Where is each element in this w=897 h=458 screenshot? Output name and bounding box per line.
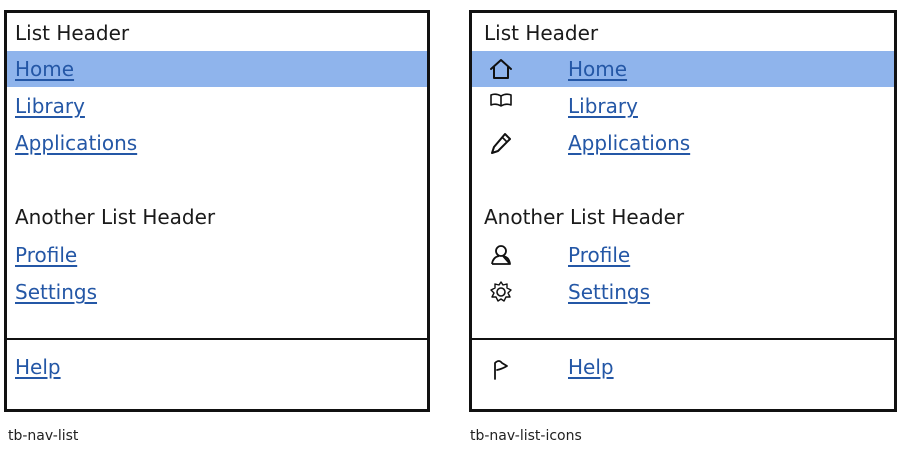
- nav-item-library[interactable]: Library: [472, 88, 894, 124]
- list-header-label: Another List Header: [15, 205, 216, 229]
- nav-item-library[interactable]: Library: [7, 88, 427, 124]
- nav-list-panel: List Header Home Library Applications An…: [4, 10, 430, 412]
- nav-item-label[interactable]: Profile: [15, 237, 77, 273]
- nav-item-label[interactable]: Library: [568, 88, 638, 124]
- footer-divider: [472, 338, 894, 340]
- nav-item-label[interactable]: Applications: [15, 125, 137, 161]
- footer-divider: [7, 338, 427, 340]
- list-header-label: List Header: [15, 21, 130, 45]
- nav-item-label[interactable]: Settings: [568, 274, 650, 310]
- nav-item-home[interactable]: Home: [472, 51, 894, 87]
- home-icon: [488, 57, 514, 81]
- nav-item-label[interactable]: Help: [15, 349, 61, 385]
- nav-item-help[interactable]: Help: [472, 349, 894, 385]
- nav-item-settings[interactable]: Settings: [7, 274, 427, 310]
- nav-item-profile[interactable]: Profile: [7, 237, 427, 273]
- nav-item-label[interactable]: Home: [568, 51, 627, 87]
- nav-item-help[interactable]: Help: [7, 349, 427, 385]
- nav-item-applications[interactable]: Applications: [7, 125, 427, 161]
- list-header: List Header: [7, 15, 427, 51]
- nav-item-label[interactable]: Library: [15, 88, 85, 124]
- another-list-header: Another List Header: [7, 199, 427, 235]
- nav-item-label[interactable]: Home: [15, 51, 74, 87]
- nav-item-label[interactable]: Help: [568, 349, 614, 385]
- flag-icon: [488, 357, 514, 381]
- nav-item-settings[interactable]: Settings: [472, 274, 894, 310]
- another-list-header: Another List Header: [472, 199, 894, 235]
- nav-item-home[interactable]: Home: [7, 51, 427, 87]
- list-header: List Header: [472, 15, 894, 51]
- nav-item-label[interactable]: Profile: [568, 237, 630, 273]
- nav-item-label[interactable]: Settings: [15, 274, 97, 310]
- component-caption: tb-nav-list-icons: [470, 428, 582, 444]
- nav-list-icons-panel: List Header Home Library Applications An…: [469, 10, 897, 412]
- list-header-label: List Header: [484, 21, 599, 45]
- component-caption: tb-nav-list: [8, 428, 79, 444]
- list-header-label: Another List Header: [484, 205, 685, 229]
- nav-item-profile[interactable]: Profile: [472, 237, 894, 273]
- nav-item-applications[interactable]: Applications: [472, 125, 894, 161]
- gear-icon: [488, 280, 514, 304]
- nav-item-label[interactable]: Applications: [568, 125, 690, 161]
- user-icon: [488, 243, 514, 267]
- book-icon: [488, 90, 514, 114]
- pencil-icon: [488, 131, 514, 155]
